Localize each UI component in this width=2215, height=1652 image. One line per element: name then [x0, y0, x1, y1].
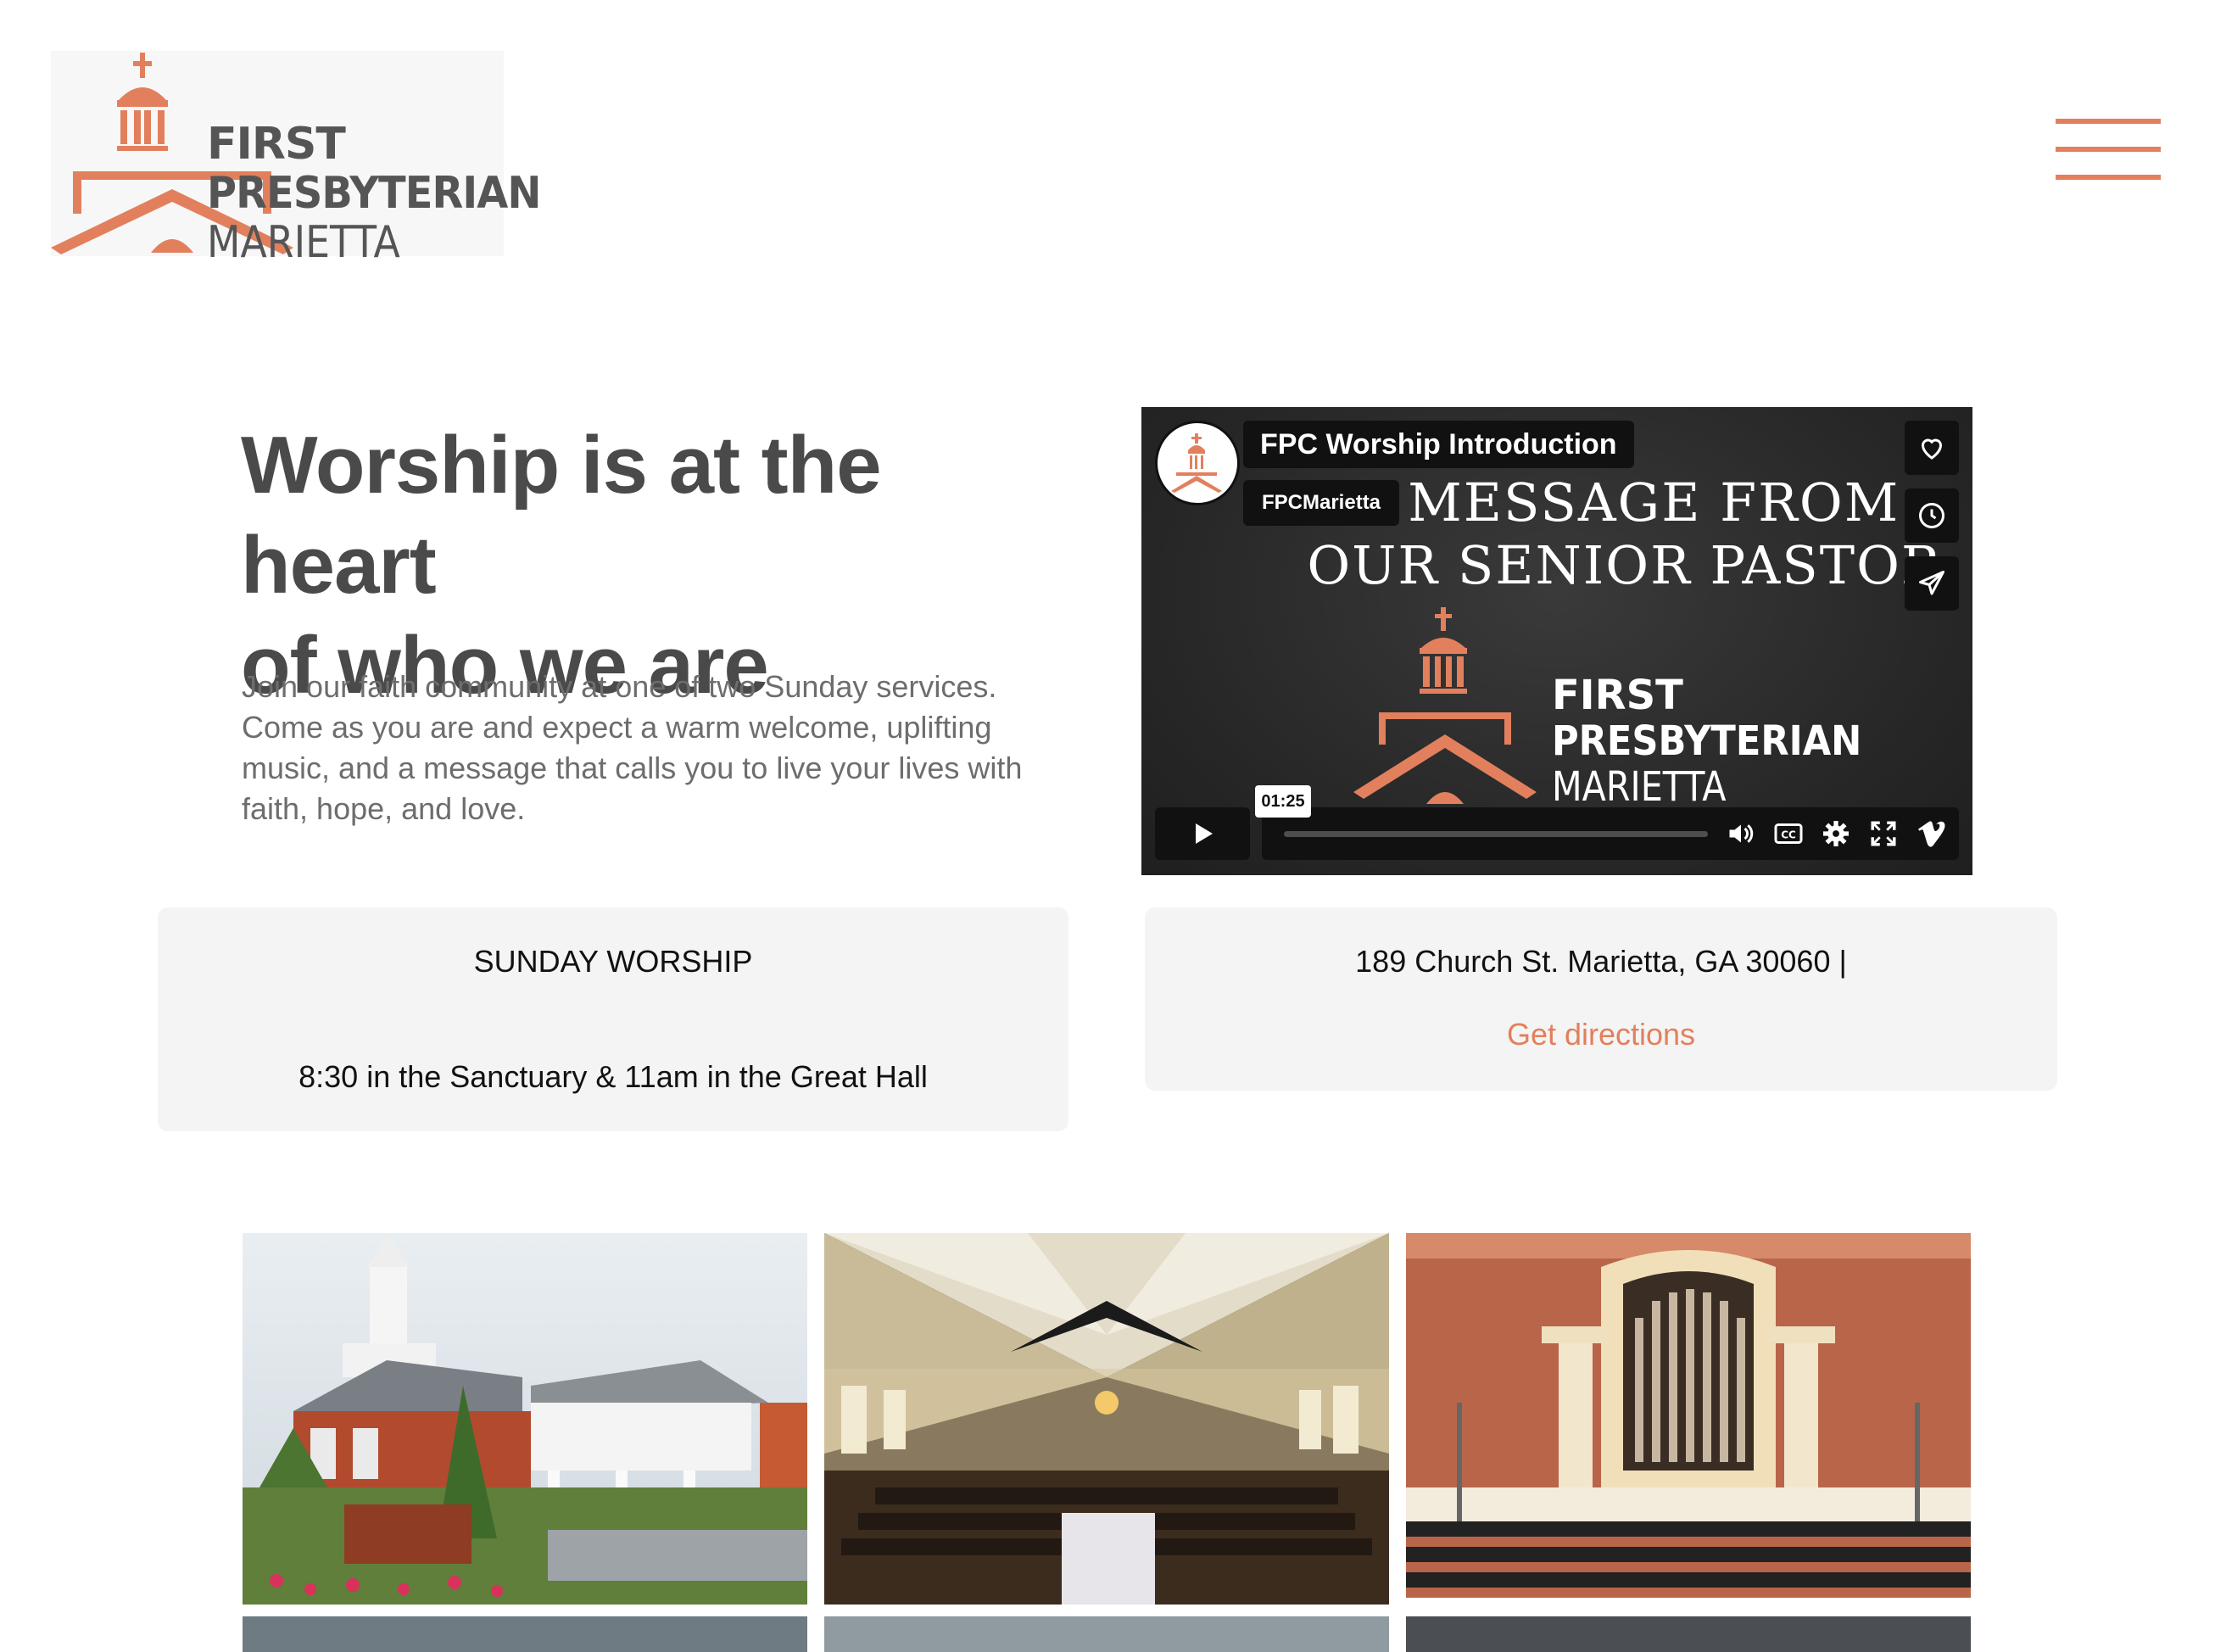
play-button[interactable] — [1155, 807, 1250, 860]
photo-row2-right[interactable] — [1406, 1616, 1971, 1652]
photo-church-exterior[interactable] — [243, 1233, 807, 1605]
intro-paragraph: Join our faith community at one of two S… — [242, 667, 1090, 829]
sanctuary-image — [1406, 1233, 1971, 1598]
photo-row2-left[interactable] — [243, 1616, 807, 1652]
photo-row2-middle[interactable] — [824, 1616, 1389, 1652]
logo-line2: PRESBYTERIAN — [207, 168, 541, 219]
great-hall-image — [824, 1233, 1389, 1605]
video-logo-line2: PRESBYTERIAN — [1552, 717, 1862, 765]
church-avatar-icon — [1171, 433, 1222, 493]
menu-button[interactable] — [2056, 119, 2161, 187]
intro-line3: music, and a message that calls you to l… — [242, 751, 1023, 785]
church-address: 189 Church St. Marietta, GA 30060 | — [1355, 944, 1847, 979]
slide-line2: OUR SENIOR PASTOR — [1307, 534, 1943, 596]
heart-icon — [1921, 438, 1943, 460]
cc-icon: CC — [1774, 823, 1803, 844]
church-exterior-image — [243, 1233, 807, 1605]
intro-line1: Join our faith community at one of two S… — [242, 669, 997, 704]
worship-heading: SUNDAY WORSHIP — [473, 944, 753, 979]
video-logo-line1: FIRST — [1552, 672, 1683, 719]
share-button[interactable] — [1905, 556, 1959, 611]
photo-sanctuary[interactable] — [1406, 1233, 1971, 1598]
play-icon — [1196, 823, 1213, 844]
progress-bar[interactable] — [1284, 831, 1708, 837]
settings-icon — [1823, 821, 1849, 846]
vimeo-link[interactable] — [1913, 816, 1949, 851]
video-title-badge[interactable]: FPC Worship Introduction — [1243, 421, 1634, 468]
intro-line4: faith, hope, and love. — [242, 791, 526, 826]
worship-times-card: SUNDAY WORSHIP 8:30 in the Sanctuary & 1… — [158, 907, 1068, 1131]
captions-button[interactable]: CC — [1771, 816, 1806, 851]
volume-icon — [1729, 824, 1754, 843]
video-channel-badge[interactable]: FPCMarietta — [1243, 480, 1400, 526]
hamburger-icon — [2056, 119, 2161, 180]
headline-line1: Worship is at the heart — [241, 420, 882, 611]
vimeo-icon — [1918, 821, 1945, 847]
fullscreen-icon — [1871, 821, 1896, 846]
get-directions-link[interactable]: Get directions — [1507, 1017, 1695, 1052]
channel-avatar[interactable] — [1155, 421, 1240, 505]
address-card: 189 Church St. Marietta, GA 30060 | Get … — [1145, 907, 2057, 1091]
logo-line3: MARIETTA — [207, 217, 400, 268]
worship-detail: 8:30 in the Sanctuary & 11am in the Grea… — [298, 1059, 928, 1094]
logo-line1: FIRST — [207, 119, 346, 170]
video-church-logo-icon — [1353, 607, 1537, 804]
video-logo-line3: MARIETTA — [1552, 763, 1727, 811]
watch-later-button[interactable] — [1905, 488, 1959, 543]
logo-wordmark: FIRST PRESBYTERIAN MARIETTA — [207, 68, 570, 265]
fullscreen-button[interactable] — [1866, 816, 1901, 851]
settings-button[interactable] — [1818, 816, 1854, 851]
photo-great-hall[interactable] — [824, 1233, 1389, 1605]
send-icon — [1919, 571, 1944, 595]
time-tooltip: 01:25 — [1255, 785, 1311, 818]
svg-text:CC: CC — [1781, 829, 1796, 840]
video-logo-wordmark: FIRST PRESBYTERIAN MARIETTA — [1552, 675, 1896, 807]
clock-icon — [1919, 503, 1944, 528]
volume-button[interactable] — [1723, 816, 1759, 851]
intro-line2: Come as you are and expect a warm welcom… — [242, 710, 992, 745]
like-button[interactable] — [1905, 421, 1959, 475]
